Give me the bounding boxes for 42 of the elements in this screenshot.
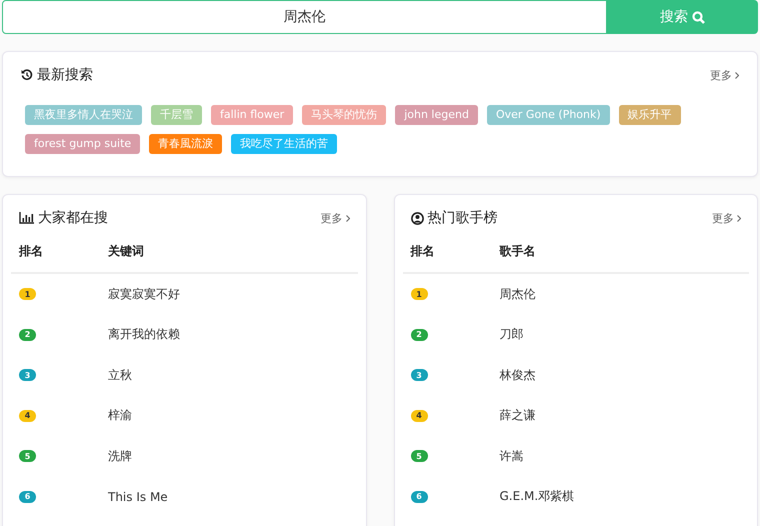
rank-badge: 3: [410, 369, 428, 382]
table-cell[interactable]: 寂寞寂寞不好: [108, 286, 180, 303]
rank-badge: 1: [410, 288, 428, 300]
search-field[interactable]: 周杰伦: [2, 0, 607, 34]
table-cell[interactable]: 刀郎: [500, 326, 524, 344]
table-cell[interactable]: 林俊杰: [500, 366, 536, 384]
table-cell[interactable]: 梓渝: [108, 407, 132, 424]
column-header: 关键词: [108, 243, 144, 260]
rank-badge: 4: [19, 410, 36, 422]
table-cell[interactable]: 许嵩: [500, 448, 524, 465]
table-cell[interactable]: 周杰伦: [500, 286, 536, 303]
rank-badge: 3: [19, 369, 36, 382]
table-cell[interactable]: 离开我的依赖: [108, 326, 180, 344]
rank-badge: 2: [410, 328, 428, 341]
rank-badge: 6: [19, 490, 36, 503]
table-cell[interactable]: 洗牌: [108, 448, 132, 465]
table-cell[interactable]: 薛之谦: [500, 407, 536, 424]
column-header: 排名: [19, 243, 44, 260]
rank-badge: 1: [19, 288, 36, 300]
chevron-icon: [346, 214, 350, 222]
rank-badge: 4: [410, 410, 428, 422]
section-title: 最新搜索: [37, 66, 93, 84]
search-icon: [692, 10, 705, 24]
column-header: 排名: [410, 243, 436, 260]
rank-badge: 6: [410, 490, 428, 503]
history-icon: [21, 69, 33, 81]
chevron-icon: [737, 214, 741, 222]
section-title: 大家都在搜: [38, 209, 108, 227]
rank-badge: 2: [19, 328, 36, 341]
rank-badge: 5: [410, 450, 428, 462]
user-circle-icon: [410, 212, 424, 224]
more-link[interactable]: 更多: [710, 68, 739, 82]
column-header: 歌手名: [500, 243, 536, 260]
rank-badge: 5: [19, 450, 36, 462]
more-link[interactable]: 更多: [320, 210, 350, 226]
chevron-icon: [735, 72, 739, 78]
table-cell[interactable]: 立秋: [108, 366, 132, 384]
table-cell[interactable]: G.E.M.邓紫棋: [500, 488, 574, 506]
section-title: 热门歌手榜: [428, 209, 498, 227]
more-link[interactable]: 更多: [712, 210, 741, 226]
bar-chart-icon: [19, 212, 34, 224]
table-cell[interactable]: This Is Me: [108, 490, 168, 504]
